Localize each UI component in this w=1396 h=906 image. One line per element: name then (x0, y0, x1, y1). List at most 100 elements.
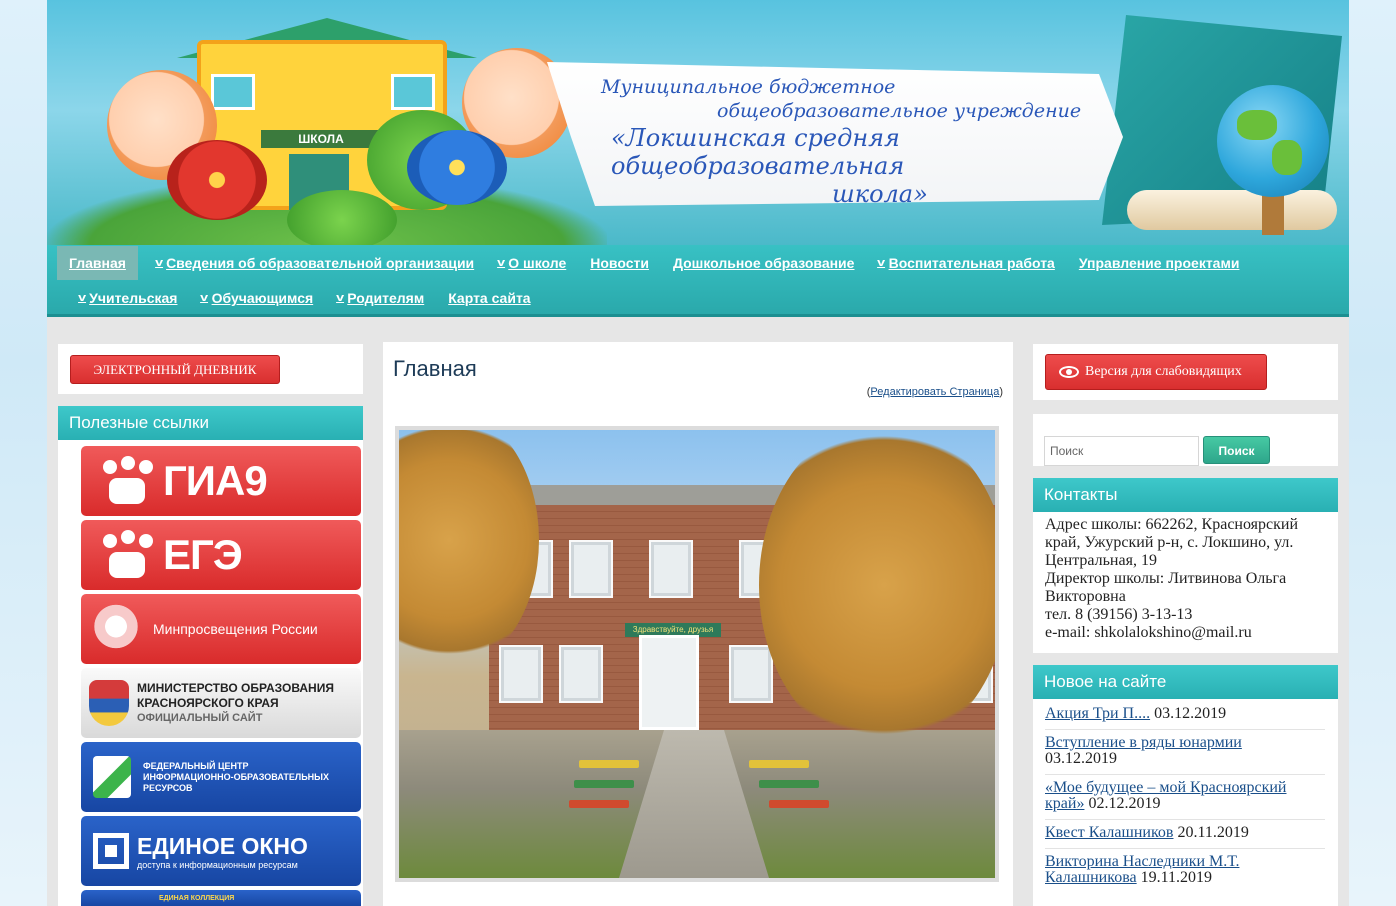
search-button[interactable]: Поиск (1203, 436, 1270, 464)
fcior-link[interactable]: ФЕДЕРАЛЬНЫЙ ЦЕНТР ИНФОРМАЦИОННО-ОБРАЗОВА… (81, 742, 361, 812)
label-line: ИНФОРМАЦИОННО-ОБРАЗОВАТЕЛЬНЫХ (143, 771, 329, 782)
news-date: 03.12.2019 (1154, 705, 1227, 722)
red-flowers-illustration (167, 140, 267, 220)
label-line: МИНИСТЕРСТВО ОБРАЗОВАНИЯ (137, 680, 334, 695)
krasnoyarsk-ministry-label: МИНИСТЕРСТВО ОБРАЗОВАНИЯ КРАСНОЯРСКОГО К… (137, 681, 334, 726)
contacts-text: Адрес школы: 662262, Красноярский край, … (1045, 516, 1335, 642)
nav-item-students[interactable]: v Обучающимся (189, 281, 325, 315)
search-input[interactable]: Поиск (1044, 436, 1199, 466)
edit-page-link[interactable]: Редактировать Страница (870, 386, 999, 398)
nav-item-preschool[interactable]: Дошкольное образование (661, 246, 867, 280)
minpros-label: Минпросвещения России (153, 621, 318, 637)
contact-director: Директор школы: Литвинова Ольга Викторов… (1045, 570, 1287, 605)
globe-land (1237, 110, 1277, 140)
edinoe-okno-link[interactable]: ЕДИНОЕ ОКНО доступа к информационным рес… (81, 816, 361, 886)
nav-label: Обучающимся (211, 290, 314, 306)
school-name-line: Муниципальное бюджетное (601, 76, 896, 98)
nav-row: v Учительская v Обучающимся v Родителям Кар… (67, 281, 543, 315)
gia9-link[interactable]: ГИА9 (81, 446, 361, 516)
chevron-down-icon: v (78, 292, 87, 304)
news-link[interactable]: Квест Калашников (1045, 824, 1173, 841)
ege-logo-icon (95, 528, 157, 582)
logo-dot (121, 456, 135, 470)
logo-dot (103, 460, 117, 474)
nav-item-news[interactable]: Новости (578, 246, 661, 280)
fcior-logo-icon (93, 756, 131, 798)
nav-item-projects[interactable]: Управление проектами (1067, 246, 1252, 280)
nav-label: О школе (508, 255, 567, 271)
contact-email: e-mail: shkolalokshino@mail.ru (1045, 624, 1252, 641)
edit-link-paren: ) (999, 386, 1003, 398)
label-line: КРАСНОЯРСКОГО КРАЯ (137, 695, 279, 710)
contacts-title: Контакты (1033, 478, 1338, 512)
chevron-down-icon: v (200, 292, 209, 304)
nav-item-org-info[interactable]: v Сведения об образовательной организации (144, 246, 486, 280)
label-line: ЕДИНОЕ ОКНО (137, 832, 308, 859)
nav-item-parents[interactable]: v Родителям (325, 281, 436, 315)
photo-bench (759, 780, 819, 788)
nav-row: Главная v Сведения об образовательной орг… (57, 246, 1251, 280)
news-item: Викторина Наследники М.Т. Калашникова 19… (1045, 849, 1325, 893)
ege-label: ЕГЭ (163, 531, 243, 578)
minprosvescheniya-link[interactable]: Минпросвещения России (81, 594, 361, 664)
school-sign: ШКОЛА (261, 130, 381, 148)
nav-item-teachers[interactable]: v Учительская (67, 281, 189, 315)
useful-links-title: Полезные ссылки (58, 406, 363, 440)
nav-label: Дошкольное образование (672, 255, 855, 271)
nav-item-upbringing[interactable]: v Воспитательная работа (866, 246, 1066, 280)
photo-window (499, 645, 543, 703)
news-link[interactable]: Вступление в ряды юнармии (1045, 734, 1242, 751)
page-title: Главная (393, 356, 477, 381)
logo-dot (139, 460, 153, 474)
school-photo-image: Здравствуйте, друзья (399, 430, 995, 878)
chevron-down-icon: v (877, 257, 886, 269)
page: ШКОЛА Муниципальное бюджетное общеобразо… (47, 0, 1349, 906)
news-date: 19.11.2019 (1140, 869, 1213, 886)
search-widget: Поиск Поиск (1033, 414, 1338, 466)
nav-item-home[interactable]: Главная (57, 246, 138, 280)
globe-stand (1262, 195, 1284, 235)
accessibility-widget: Версия для слабовидящих (1033, 344, 1338, 400)
ege-link[interactable]: ЕГЭ (81, 520, 361, 590)
photo-entrance-door (639, 635, 699, 730)
photo-bench (569, 800, 629, 808)
nav-item-sitemap[interactable]: Карта сайта (436, 281, 542, 315)
chevron-down-icon: v (497, 257, 506, 269)
news-list: Акция Три П.... 03.12.2019 Вступление в … (1045, 701, 1325, 893)
eagle-emblem-icon (93, 604, 139, 654)
news-link[interactable]: Акция Три П.... (1045, 705, 1150, 722)
logo-dot (103, 534, 117, 548)
low-vision-version-button[interactable]: Версия для слабовидящих (1045, 354, 1267, 390)
photo-window (569, 540, 613, 598)
gia9-label: ГИА9 (163, 457, 268, 504)
nav-label: Новости (590, 255, 649, 271)
diary-widget: ЭЛЕКТРОННЫЙ ДНЕВНИК (58, 344, 363, 394)
contact-address: Адрес школы: 662262, Красноярский край, … (1045, 516, 1299, 569)
nav-item-about[interactable]: vО школе (486, 246, 578, 280)
krasnoyarsk-coat-of-arms-icon (89, 680, 129, 726)
label-line: ОФИЦИАЛЬНЫЙ САЙТ (137, 711, 263, 724)
news-date: 02.12.2019 (1088, 795, 1161, 812)
nav-label: Сведения об образовательной организации (166, 255, 475, 271)
news-link[interactable]: «Мое будущее – мой Красноярский край» (1045, 779, 1287, 812)
bush-illustration (287, 190, 397, 245)
logo-dot (121, 530, 135, 544)
krasnoyarsk-ministry-link[interactable]: МИНИСТЕРСТВО ОБРАЗОВАНИЯ КРАСНОЯРСКОГО К… (81, 668, 361, 738)
photo-bench (769, 800, 829, 808)
blue-flowers-illustration (407, 130, 507, 205)
school-name-line: «Локшинская средняя общеобразовательная (611, 124, 905, 180)
news-item: Вступление в ряды юнармии 03.12.2019 (1045, 730, 1325, 775)
nav-label: Главная (69, 255, 126, 271)
news-item: Акция Три П.... 03.12.2019 (1045, 701, 1325, 730)
main-content: Главная (Редактировать Страница) Здравст… (383, 342, 1013, 906)
logo-body (109, 478, 145, 504)
photo-window (559, 645, 603, 703)
main-nav: Главная v Сведения об образовательной орг… (47, 245, 1349, 317)
eye-icon (1059, 366, 1079, 378)
collection-link[interactable]: ЕДИНАЯ КОЛЛЕКЦИЯ (81, 890, 361, 906)
school-photo: Здравствуйте, друзья (395, 426, 999, 882)
electronic-diary-button[interactable]: ЭЛЕКТРОННЫЙ ДНЕВНИК (70, 355, 280, 384)
nav-label: Учительская (89, 290, 178, 306)
chevron-down-icon: v (155, 257, 163, 269)
logo-body (109, 552, 145, 578)
